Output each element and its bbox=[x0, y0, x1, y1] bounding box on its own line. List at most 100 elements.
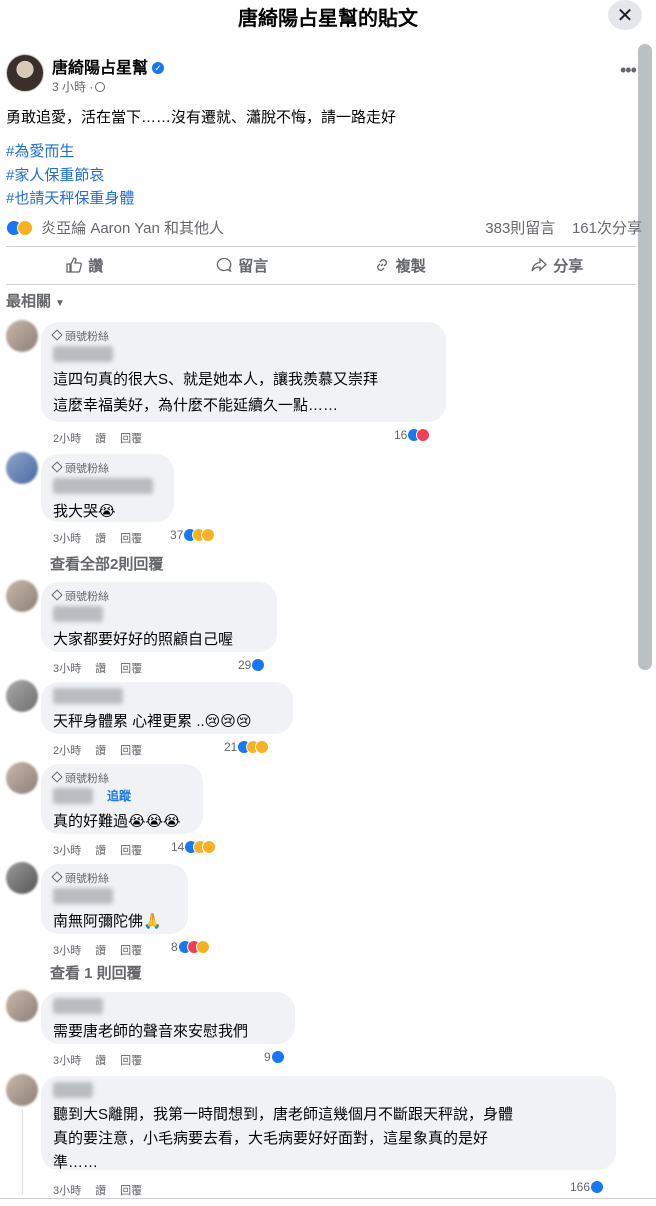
comment-reply-link[interactable]: 回覆 bbox=[120, 663, 142, 675]
commenter-avatar[interactable] bbox=[6, 320, 38, 352]
comment-like-link[interactable]: 讚 bbox=[95, 845, 106, 857]
commenter-avatar[interactable] bbox=[6, 680, 38, 712]
page-avatar[interactable] bbox=[6, 54, 44, 92]
hashtag-link[interactable]: #也請天秤保重身體 bbox=[6, 187, 134, 211]
scrollbar[interactable] bbox=[638, 44, 652, 670]
comment-reactions[interactable]: 29 bbox=[238, 658, 266, 672]
commenter-avatar[interactable] bbox=[6, 452, 38, 484]
hashtag-link[interactable]: #為愛而生 bbox=[6, 140, 134, 164]
comment-reply-link[interactable]: 回覆 bbox=[120, 845, 142, 857]
comment-meta: 3小時 讚 回覆 bbox=[53, 842, 156, 858]
hashtags: #為愛而生 #家人保重節哀 #也請天秤保重身體 bbox=[6, 140, 134, 211]
comment-reply-link[interactable]: 回覆 bbox=[120, 1185, 142, 1197]
like-reaction-icon bbox=[270, 1050, 285, 1064]
comment-like-link[interactable]: 讚 bbox=[95, 1055, 106, 1067]
divider bbox=[0, 1198, 656, 1199]
comment-time[interactable]: 3小時 bbox=[53, 945, 81, 957]
comment-meta: 3小時 讚 回覆 bbox=[53, 1052, 156, 1068]
sad-reaction-icon[interactable] bbox=[17, 220, 33, 236]
verified-badge-icon: ✓ bbox=[152, 62, 165, 74]
comment-bubble: 頭號粉絲 大家都要好好的照顧自己喔 bbox=[41, 582, 277, 652]
comment-reply-link[interactable]: 回覆 bbox=[120, 945, 142, 957]
comment-icon bbox=[217, 257, 232, 273]
close-icon: ✕ bbox=[616, 4, 634, 27]
diamond-icon bbox=[51, 589, 63, 601]
comment-time[interactable]: 2小時 bbox=[53, 433, 81, 445]
comment-text: 我大哭😭 bbox=[53, 503, 116, 520]
sort-dropdown[interactable]: 最相關 ▼ bbox=[6, 290, 65, 311]
care-reaction-icon bbox=[255, 740, 270, 754]
comment-text: 南無阿彌陀佛🙏 bbox=[53, 913, 162, 930]
commenter-name[interactable] bbox=[53, 346, 113, 362]
comment-meta: 2小時 讚 回覆 bbox=[53, 430, 156, 446]
comment-reactions[interactable]: 9 bbox=[264, 1050, 285, 1064]
comment-reply-link[interactable]: 回覆 bbox=[120, 745, 142, 757]
divider bbox=[6, 246, 636, 247]
comment-reactions[interactable]: 166 bbox=[570, 1180, 605, 1194]
top-fan-badge: 頭號粉絲 bbox=[51, 770, 191, 785]
comment-reply-link[interactable]: 回覆 bbox=[120, 533, 142, 545]
comment-like-link[interactable]: 讚 bbox=[95, 1185, 106, 1197]
comment-time[interactable]: 3小時 bbox=[53, 663, 81, 675]
divider bbox=[6, 284, 636, 285]
commenter-avatar[interactable] bbox=[6, 762, 38, 794]
commenter-name[interactable] bbox=[53, 888, 113, 904]
reactors-text[interactable]: 炎亞綸 Aaron Yan 和其他人 bbox=[41, 220, 224, 237]
comment-time[interactable]: 3小時 bbox=[53, 533, 81, 545]
commenter-avatar[interactable] bbox=[6, 862, 38, 894]
commenter-avatar[interactable] bbox=[6, 1074, 38, 1106]
commenter-name[interactable] bbox=[53, 998, 103, 1014]
dialog-header: 唐綺陽占星幫的貼文 ✕ bbox=[0, 0, 656, 36]
globe-icon bbox=[95, 82, 106, 92]
comment-meta: 3小時 讚 回覆 bbox=[53, 530, 156, 546]
comment-like-link[interactable]: 讚 bbox=[95, 533, 106, 545]
comment-reactions[interactable]: 16 bbox=[394, 428, 431, 442]
comment-time[interactable]: 3小時 bbox=[53, 1185, 81, 1197]
top-fan-badge: 頭號粉絲 bbox=[51, 588, 265, 603]
commenter-avatar[interactable] bbox=[6, 580, 38, 612]
comment-button[interactable]: 留言 bbox=[164, 250, 322, 280]
commenter-name[interactable] bbox=[53, 478, 153, 494]
comment-like-link[interactable]: 讚 bbox=[95, 433, 106, 445]
comment-label: 留言 bbox=[238, 257, 269, 275]
comment-bubble: 需要唐老師的聲音來安慰我們 bbox=[41, 992, 295, 1044]
comment-meta: 3小時 讚 回覆 bbox=[53, 942, 156, 958]
comment-reactions[interactable]: 37 bbox=[170, 528, 216, 542]
diamond-icon bbox=[51, 329, 63, 341]
commenter-name[interactable] bbox=[53, 606, 103, 622]
commenter-name[interactable] bbox=[53, 688, 123, 704]
sad-reaction-icon bbox=[202, 840, 217, 854]
comment-like-link[interactable]: 讚 bbox=[95, 663, 106, 675]
share-button[interactable]: 分享 bbox=[479, 250, 637, 280]
close-button[interactable]: ✕ bbox=[608, 0, 642, 30]
view-replies-link[interactable]: 查看全部2則回覆 bbox=[50, 553, 163, 574]
page-name[interactable]: 唐綺陽占星幫 bbox=[52, 60, 148, 77]
like-reaction-icon bbox=[251, 658, 266, 672]
comment-bubble: 聽到大S離開，我第一時間想到，唐老師這幾個月不斷跟天秤說，身體 真的要注意，小毛病… bbox=[41, 1076, 616, 1171]
copy-button[interactable]: 複製 bbox=[321, 250, 479, 280]
comment-time[interactable]: 3小時 bbox=[53, 845, 81, 857]
comment-bubble: 頭號粉絲 南無阿彌陀佛🙏 bbox=[41, 864, 188, 934]
comment-reactions[interactable]: 14 bbox=[171, 840, 217, 854]
comment-reply-link[interactable]: 回覆 bbox=[120, 1055, 142, 1067]
comment-time[interactable]: 2小時 bbox=[53, 745, 81, 757]
comment-reply-link[interactable]: 回覆 bbox=[120, 433, 142, 445]
comment-reactions[interactable]: 8 bbox=[171, 940, 210, 954]
comment-time[interactable]: 3小時 bbox=[53, 1055, 81, 1067]
commenter-name[interactable] bbox=[53, 788, 93, 804]
comment-meta: 3小時 讚 回覆 bbox=[53, 1182, 156, 1198]
commenter-name[interactable] bbox=[53, 1082, 93, 1098]
like-button[interactable]: 讚 bbox=[6, 250, 164, 280]
post-time[interactable]: 3 小時 · bbox=[52, 80, 93, 94]
commenter-avatar[interactable] bbox=[6, 990, 38, 1022]
comments-count[interactable]: 383則留言 bbox=[485, 220, 555, 237]
comment-like-link[interactable]: 讚 bbox=[95, 745, 106, 757]
comment-meta: 2小時 讚 回覆 bbox=[53, 742, 156, 758]
hashtag-link[interactable]: #家人保重節哀 bbox=[6, 164, 134, 188]
follow-link[interactable]: 追蹤 bbox=[107, 789, 131, 803]
comment-like-link[interactable]: 讚 bbox=[95, 945, 106, 957]
view-replies-link[interactable]: 查看 1 則回覆 bbox=[50, 962, 142, 983]
comment-reactions[interactable]: 21 bbox=[224, 740, 270, 754]
more-options-icon[interactable]: ••• bbox=[620, 60, 637, 81]
shares-count[interactable]: 161次分享 bbox=[572, 220, 642, 237]
